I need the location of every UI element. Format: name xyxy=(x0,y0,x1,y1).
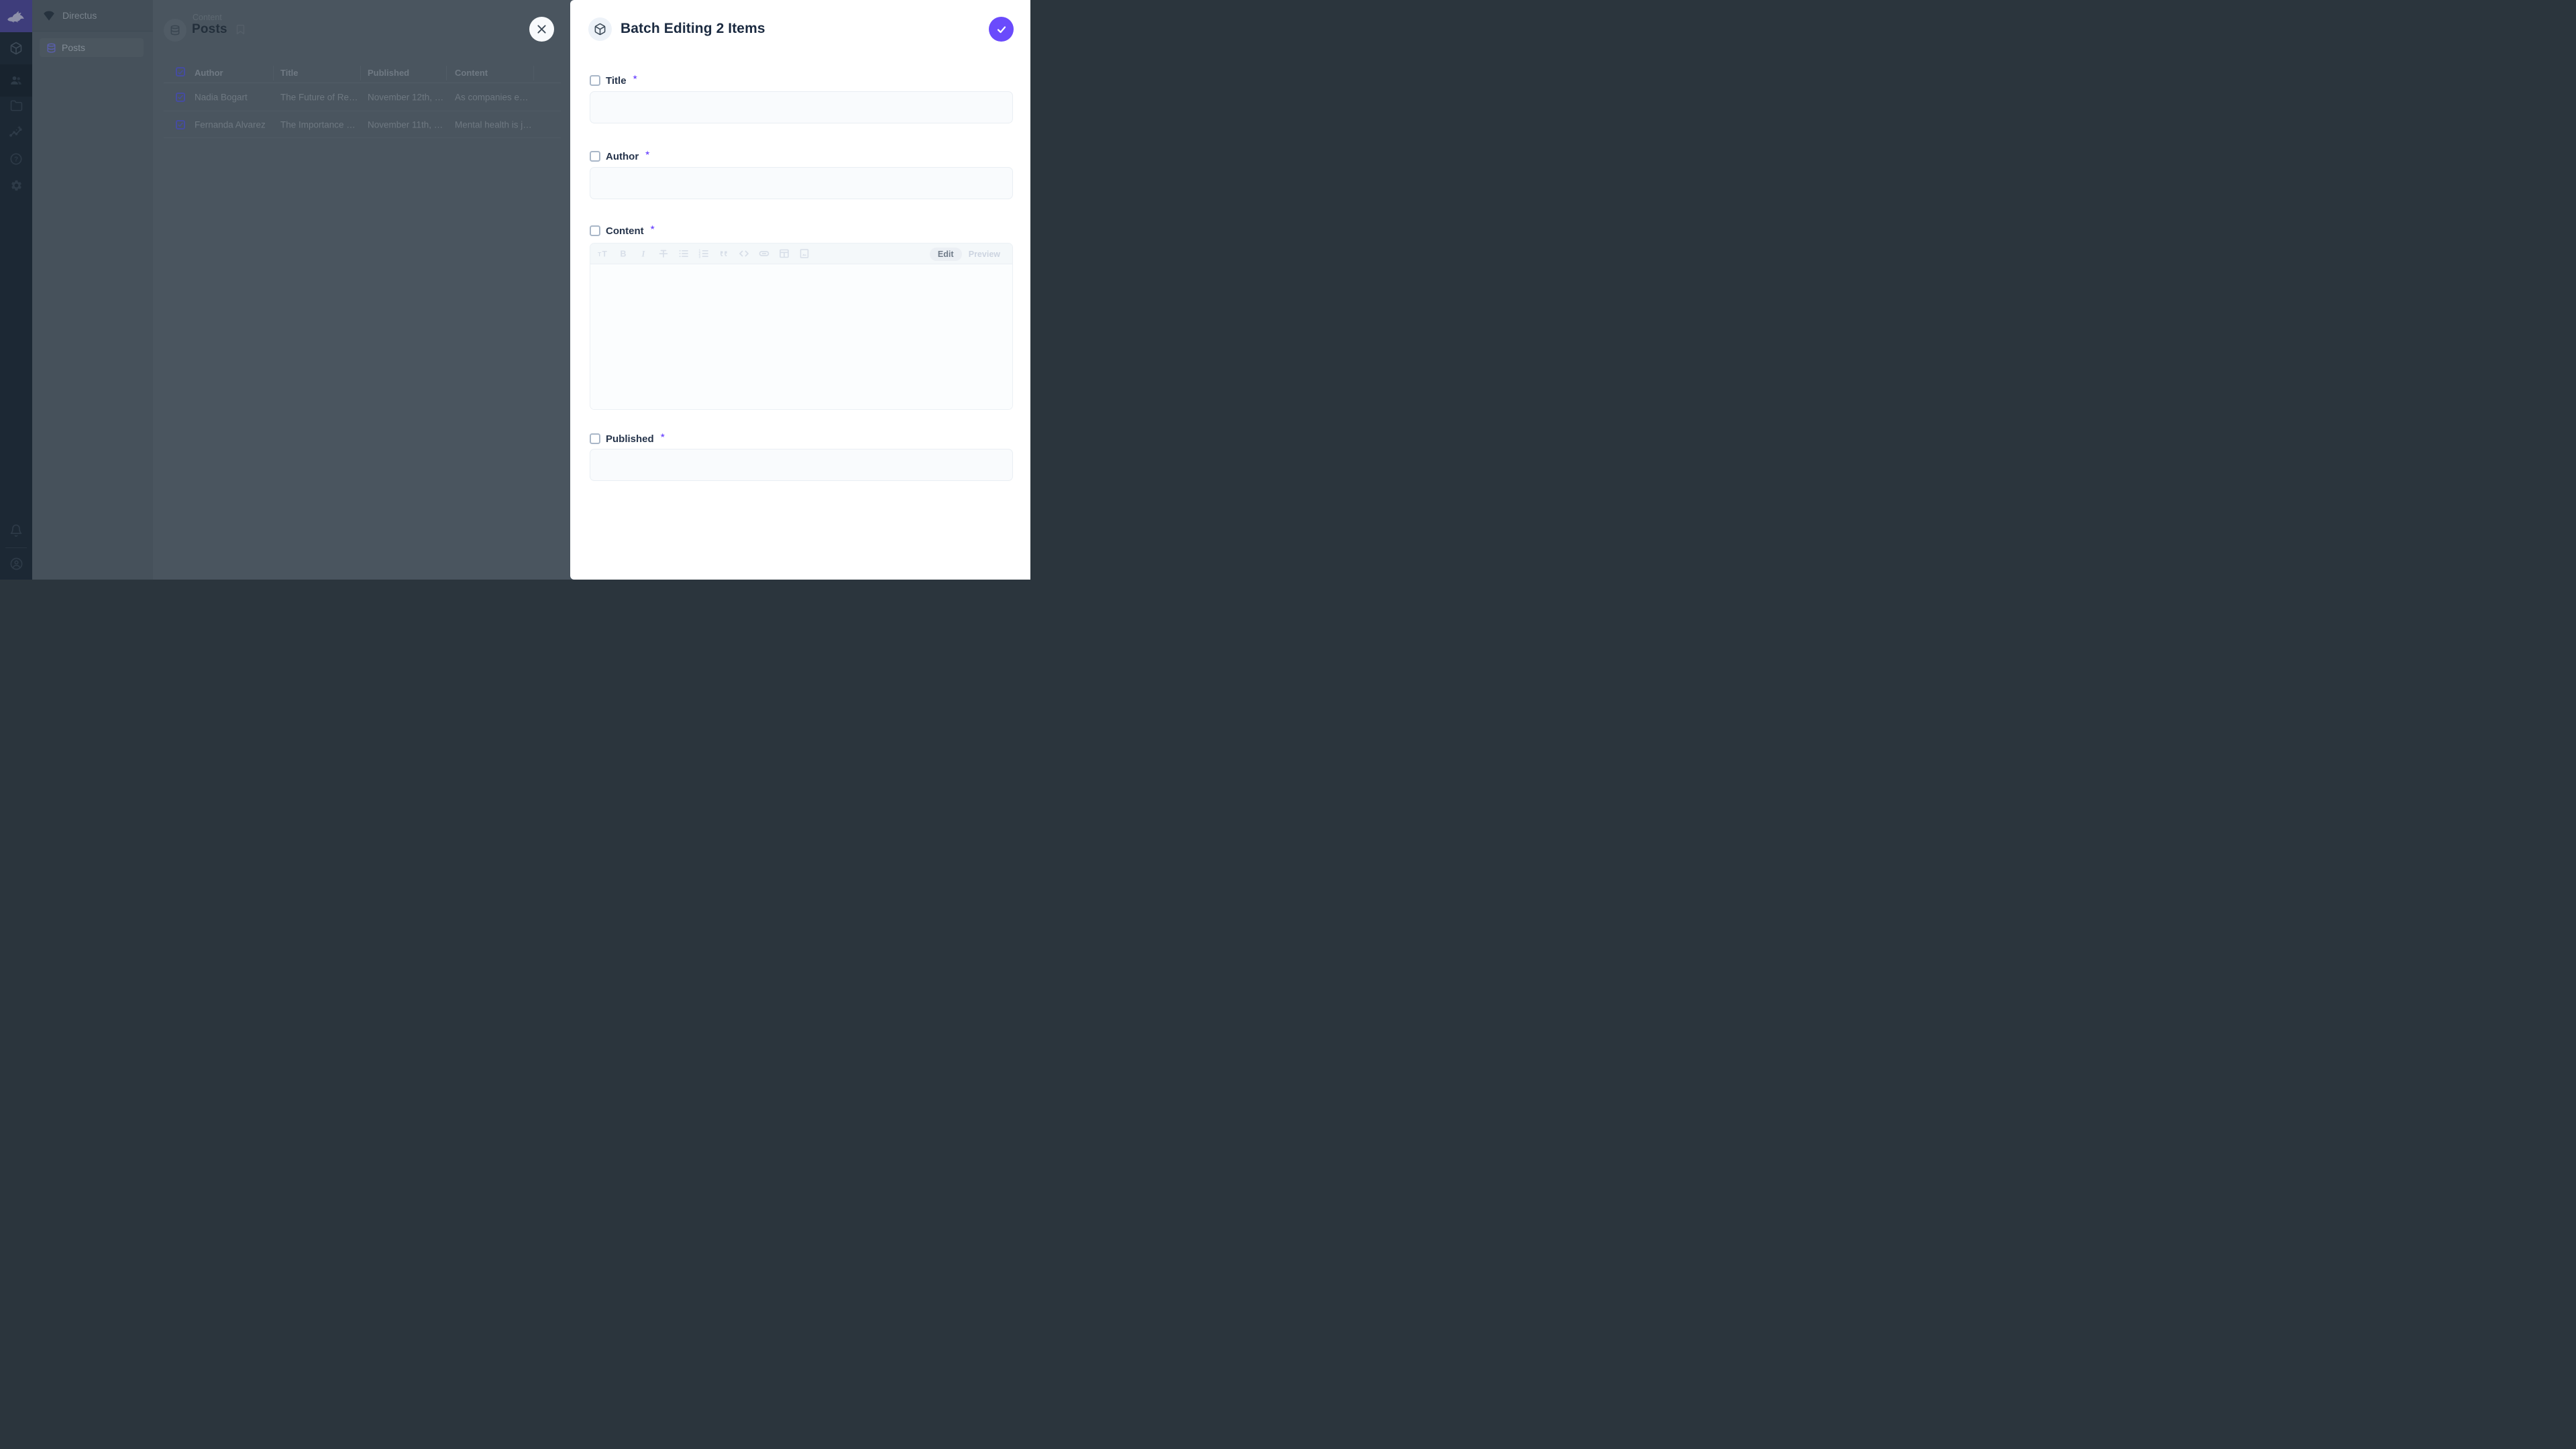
heading-icon[interactable]: TT xyxy=(598,248,608,259)
bulleted-list-icon[interactable] xyxy=(678,248,689,259)
svg-text:3: 3 xyxy=(699,256,701,260)
field-author-checkbox[interactable] xyxy=(590,151,600,162)
markdown-editor: TT B I 123 xyxy=(590,243,1013,410)
svg-text:B: B xyxy=(621,250,627,259)
page-background: ? xyxy=(0,0,570,580)
field-title-checkbox[interactable] xyxy=(590,75,600,86)
field-content-label-row: Content ★ xyxy=(590,225,655,237)
bold-icon[interactable]: B xyxy=(618,248,629,259)
close-drawer-button[interactable] xyxy=(529,17,554,42)
blockquote-icon[interactable] xyxy=(718,248,729,259)
field-author-label-row: Author ★ xyxy=(590,150,650,162)
field-published-label-row: Published ★ xyxy=(590,433,665,445)
italic-icon[interactable]: I xyxy=(638,248,649,259)
field-label: Author xyxy=(606,151,639,162)
field-title-label-row: Title ★ xyxy=(590,74,638,87)
author-input[interactable] xyxy=(590,167,1013,199)
field-published-checkbox[interactable] xyxy=(590,433,600,444)
save-button[interactable] xyxy=(989,17,1014,42)
field-label: Content xyxy=(606,225,644,237)
title-input[interactable] xyxy=(590,91,1013,123)
field-label: Published xyxy=(606,433,654,445)
drawer-overlay[interactable] xyxy=(0,0,570,580)
field-label: Title xyxy=(606,75,627,87)
drawer-title: Batch Editing 2 Items xyxy=(621,21,765,37)
published-input[interactable] xyxy=(590,449,1013,481)
table-icon[interactable] xyxy=(779,248,790,259)
tab-edit[interactable]: Edit xyxy=(930,248,962,261)
svg-text:T: T xyxy=(602,250,608,259)
drawer-header-icon xyxy=(588,17,612,41)
app-window: ? xyxy=(0,0,1030,580)
svg-text:I: I xyxy=(641,250,646,259)
editor-textarea[interactable] xyxy=(590,264,1012,410)
editor-mode-tabs: Edit Preview xyxy=(930,248,1002,261)
required-star-icon: ★ xyxy=(633,74,638,81)
image-icon[interactable] xyxy=(799,248,810,259)
tab-preview[interactable]: Preview xyxy=(969,250,1002,259)
numbered-list-icon[interactable]: 123 xyxy=(698,248,709,259)
close-icon xyxy=(537,24,547,34)
strikethrough-icon[interactable] xyxy=(658,248,669,259)
link-icon[interactable] xyxy=(759,248,769,259)
code-icon[interactable] xyxy=(739,248,749,259)
editor-toolbar: TT B I 123 xyxy=(590,244,1012,264)
batch-edit-drawer: Batch Editing 2 Items Title ★ Author ★ C… xyxy=(570,0,1030,580)
required-star-icon: ★ xyxy=(650,224,655,231)
required-star-icon: ★ xyxy=(645,150,650,157)
box-icon xyxy=(594,23,606,36)
svg-text:T: T xyxy=(598,251,602,258)
field-content-checkbox[interactable] xyxy=(590,225,600,236)
required-star-icon: ★ xyxy=(660,432,665,439)
check-icon xyxy=(996,23,1008,36)
